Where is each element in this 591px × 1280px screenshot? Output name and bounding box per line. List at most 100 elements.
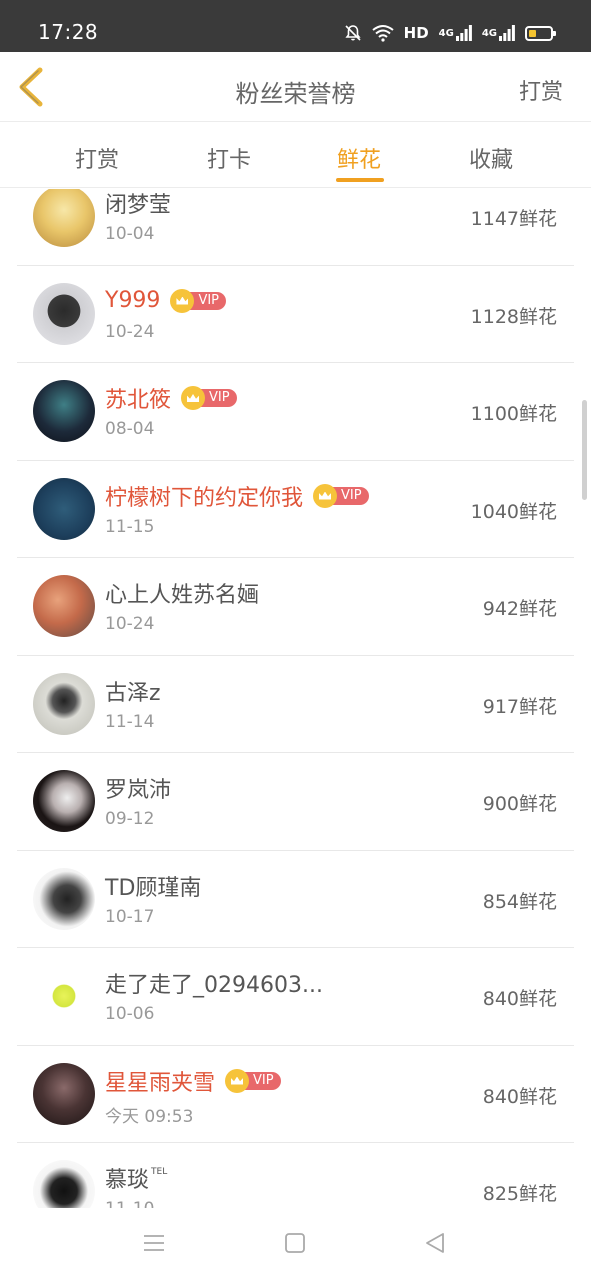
gift-date: 11-15 bbox=[105, 516, 155, 537]
user-name[interactable]: 罗岚沛 bbox=[105, 772, 171, 804]
gift-date: 11-14 bbox=[105, 711, 155, 732]
ranking-row[interactable]: 柠檬树下的约定你我 VIP 11-15 1040鲜花 bbox=[17, 461, 574, 558]
tab-flowers[interactable]: 鲜花 bbox=[337, 142, 381, 174]
signal-2-icon: 4G bbox=[482, 25, 515, 41]
signal-1-icon: 4G bbox=[439, 25, 472, 41]
menu-icon bbox=[144, 1235, 164, 1251]
flower-count: 854鲜花 bbox=[482, 890, 557, 913]
avatar[interactable] bbox=[33, 380, 95, 442]
tab-favorites[interactable]: 收藏 bbox=[469, 142, 513, 174]
user-name[interactable]: 古泽z bbox=[105, 675, 161, 707]
avatar[interactable] bbox=[33, 867, 95, 930]
gift-date: 10-04 bbox=[105, 224, 155, 244]
flower-count: 840鲜花 bbox=[482, 988, 557, 1010]
gift-date: 08-04 bbox=[105, 419, 155, 439]
ranking-row[interactable]: Y999 VIP 10-24 1128鲜花 bbox=[17, 266, 574, 363]
name-line: 星星雨夹雪 VIP bbox=[105, 1066, 281, 1096]
ranking-row[interactable]: 走了走了_0294603... 10-06 840鲜花 bbox=[17, 948, 574, 1046]
vip-badge: VIP bbox=[181, 386, 237, 410]
name-line: Y999 VIP bbox=[105, 286, 227, 316]
ranking-row[interactable]: TD顾瑾南 10-17 854鲜花 bbox=[17, 851, 574, 948]
status-bar: 17:28 HD 4G 4G bbox=[0, 0, 591, 52]
avatar[interactable] bbox=[33, 575, 95, 637]
active-tab-indicator bbox=[336, 178, 384, 182]
flower-count: 1128鲜花 bbox=[470, 305, 557, 328]
avatar[interactable] bbox=[33, 282, 95, 345]
ranking-row[interactable]: 心上人姓苏名婳 10-24 942鲜花 bbox=[17, 558, 574, 656]
flower-count: 917鲜花 bbox=[482, 695, 557, 718]
avatar[interactable] bbox=[33, 477, 95, 540]
fan-ranking-list[interactable]: 闭梦莹 10-04 1147鲜花 Y999 VIP 10-24 1128鲜花苏北筱 VIP 08… bbox=[0, 189, 591, 1208]
name-line: 心上人姓苏名婳 bbox=[105, 578, 259, 608]
hd-label: HD bbox=[403, 24, 429, 42]
tab-checkin[interactable]: 打卡 bbox=[207, 142, 251, 174]
vip-badge: VIP bbox=[170, 288, 227, 313]
gift-date: 10-24 bbox=[105, 321, 155, 342]
gift-date: 09-12 bbox=[105, 809, 155, 829]
scrollbar[interactable] bbox=[582, 400, 587, 500]
mute-bell-icon bbox=[344, 24, 362, 42]
tab-tip[interactable]: 打赏 bbox=[75, 142, 119, 174]
back-triangle-icon bbox=[426, 1233, 444, 1253]
gift-date: 10-24 bbox=[105, 614, 155, 634]
name-line: 慕琰 TEL bbox=[105, 1163, 167, 1193]
name-line: 罗岚沛 bbox=[105, 773, 171, 803]
ranking-row[interactable]: 星星雨夹雪 VIP 今天 09:53 840鲜花 bbox=[17, 1046, 574, 1143]
home-square-icon bbox=[285, 1233, 305, 1253]
name-line: 走了走了_0294603... bbox=[105, 968, 323, 998]
ranking-row[interactable]: 闭梦莹 10-04 1147鲜花 bbox=[17, 189, 574, 266]
page-title: 粉丝荣誉榜 bbox=[235, 80, 356, 108]
system-nav-bar bbox=[0, 1208, 591, 1280]
user-name[interactable]: 星星雨夹雪 bbox=[105, 1065, 215, 1097]
status-icons: HD 4G 4G bbox=[344, 23, 556, 43]
avatar[interactable] bbox=[33, 965, 95, 1027]
user-name[interactable]: 心上人姓苏名婳 bbox=[105, 577, 259, 609]
vip-badge: VIP bbox=[225, 1068, 281, 1093]
vip-badge: VIP bbox=[313, 483, 369, 508]
flower-count: 1040鲜花 bbox=[470, 500, 557, 523]
user-name[interactable]: 走了走了_0294603... bbox=[105, 967, 323, 999]
crown-icon bbox=[181, 386, 206, 410]
flower-count: 942鲜花 bbox=[482, 598, 557, 620]
avatar[interactable] bbox=[33, 1160, 95, 1208]
gift-date: 11-10 bbox=[105, 1199, 154, 1208]
app-header: 粉丝荣誉榜 打赏 bbox=[0, 52, 591, 122]
wifi-icon bbox=[372, 24, 394, 42]
name-line: TD顾瑾南 bbox=[105, 871, 201, 901]
user-name[interactable]: 闭梦莹 bbox=[105, 189, 171, 219]
ranking-row[interactable]: 罗岚沛 09-12 900鲜花 bbox=[17, 753, 574, 851]
crown-icon bbox=[313, 483, 338, 508]
ranking-row[interactable]: 慕琰TEL 11-10 825鲜花 bbox=[17, 1143, 574, 1208]
gift-date: 今天 09:53 bbox=[105, 1106, 194, 1127]
name-line: 柠檬树下的约定你我 VIP bbox=[105, 481, 369, 511]
menu-nav-button[interactable] bbox=[143, 1232, 165, 1258]
avatar[interactable] bbox=[33, 189, 95, 247]
user-name[interactable]: Y999 bbox=[105, 288, 160, 313]
tip-button[interactable]: 打赏 bbox=[519, 74, 563, 106]
flower-count: 900鲜花 bbox=[482, 793, 557, 815]
name-line: 古泽z bbox=[105, 676, 161, 706]
avatar[interactable] bbox=[33, 1062, 95, 1125]
gift-date: 10-17 bbox=[105, 906, 155, 927]
home-nav-button[interactable] bbox=[284, 1232, 306, 1258]
network-type-2: 4G bbox=[481, 27, 497, 39]
battery-fill bbox=[529, 29, 536, 37]
status-time: 17:28 bbox=[38, 20, 99, 44]
user-name[interactable]: 柠檬树下的约定你我 bbox=[105, 480, 303, 512]
crown-icon bbox=[225, 1068, 250, 1093]
battery-icon bbox=[525, 25, 556, 41]
ranking-row[interactable]: 古泽z 11-14 917鲜花 bbox=[17, 656, 574, 753]
tab-bar: 打赏 打卡 鲜花 收藏 bbox=[0, 122, 591, 188]
back-nav-button[interactable] bbox=[424, 1232, 446, 1258]
flower-count: 1147鲜花 bbox=[470, 208, 557, 230]
avatar[interactable] bbox=[33, 672, 95, 735]
ranking-row[interactable]: 苏北筱 VIP 08-04 1100鲜花 bbox=[17, 363, 574, 461]
name-superscript: TEL bbox=[151, 1167, 168, 1177]
flower-count: 825鲜花 bbox=[482, 1183, 557, 1205]
name-line: 闭梦莹 bbox=[105, 189, 171, 218]
user-name[interactable]: 苏北筱 bbox=[105, 382, 171, 414]
name-line: 苏北筱 VIP bbox=[105, 383, 237, 413]
user-name[interactable]: TD顾瑾南 bbox=[105, 870, 201, 902]
user-name[interactable]: 慕琰 bbox=[105, 1162, 149, 1194]
avatar[interactable] bbox=[33, 770, 95, 832]
